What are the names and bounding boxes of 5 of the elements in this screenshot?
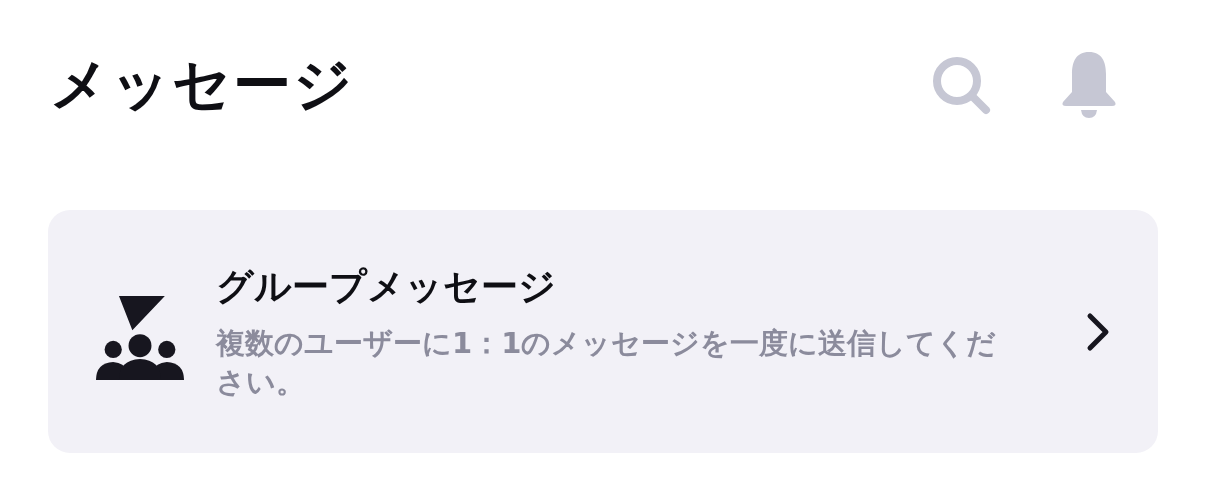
page-title: メッセージ [50,49,354,120]
chevron-right-icon [1086,311,1110,352]
card-description: 複数のユーザーに1：1のメッセージを一度に送信してください。 [216,324,998,401]
card-title: グループメッセージ [216,263,557,310]
group-message-card[interactable]: グループメッセージ 複数のユーザーに1：1のメッセージを一度に送信してください。 [48,210,1158,453]
